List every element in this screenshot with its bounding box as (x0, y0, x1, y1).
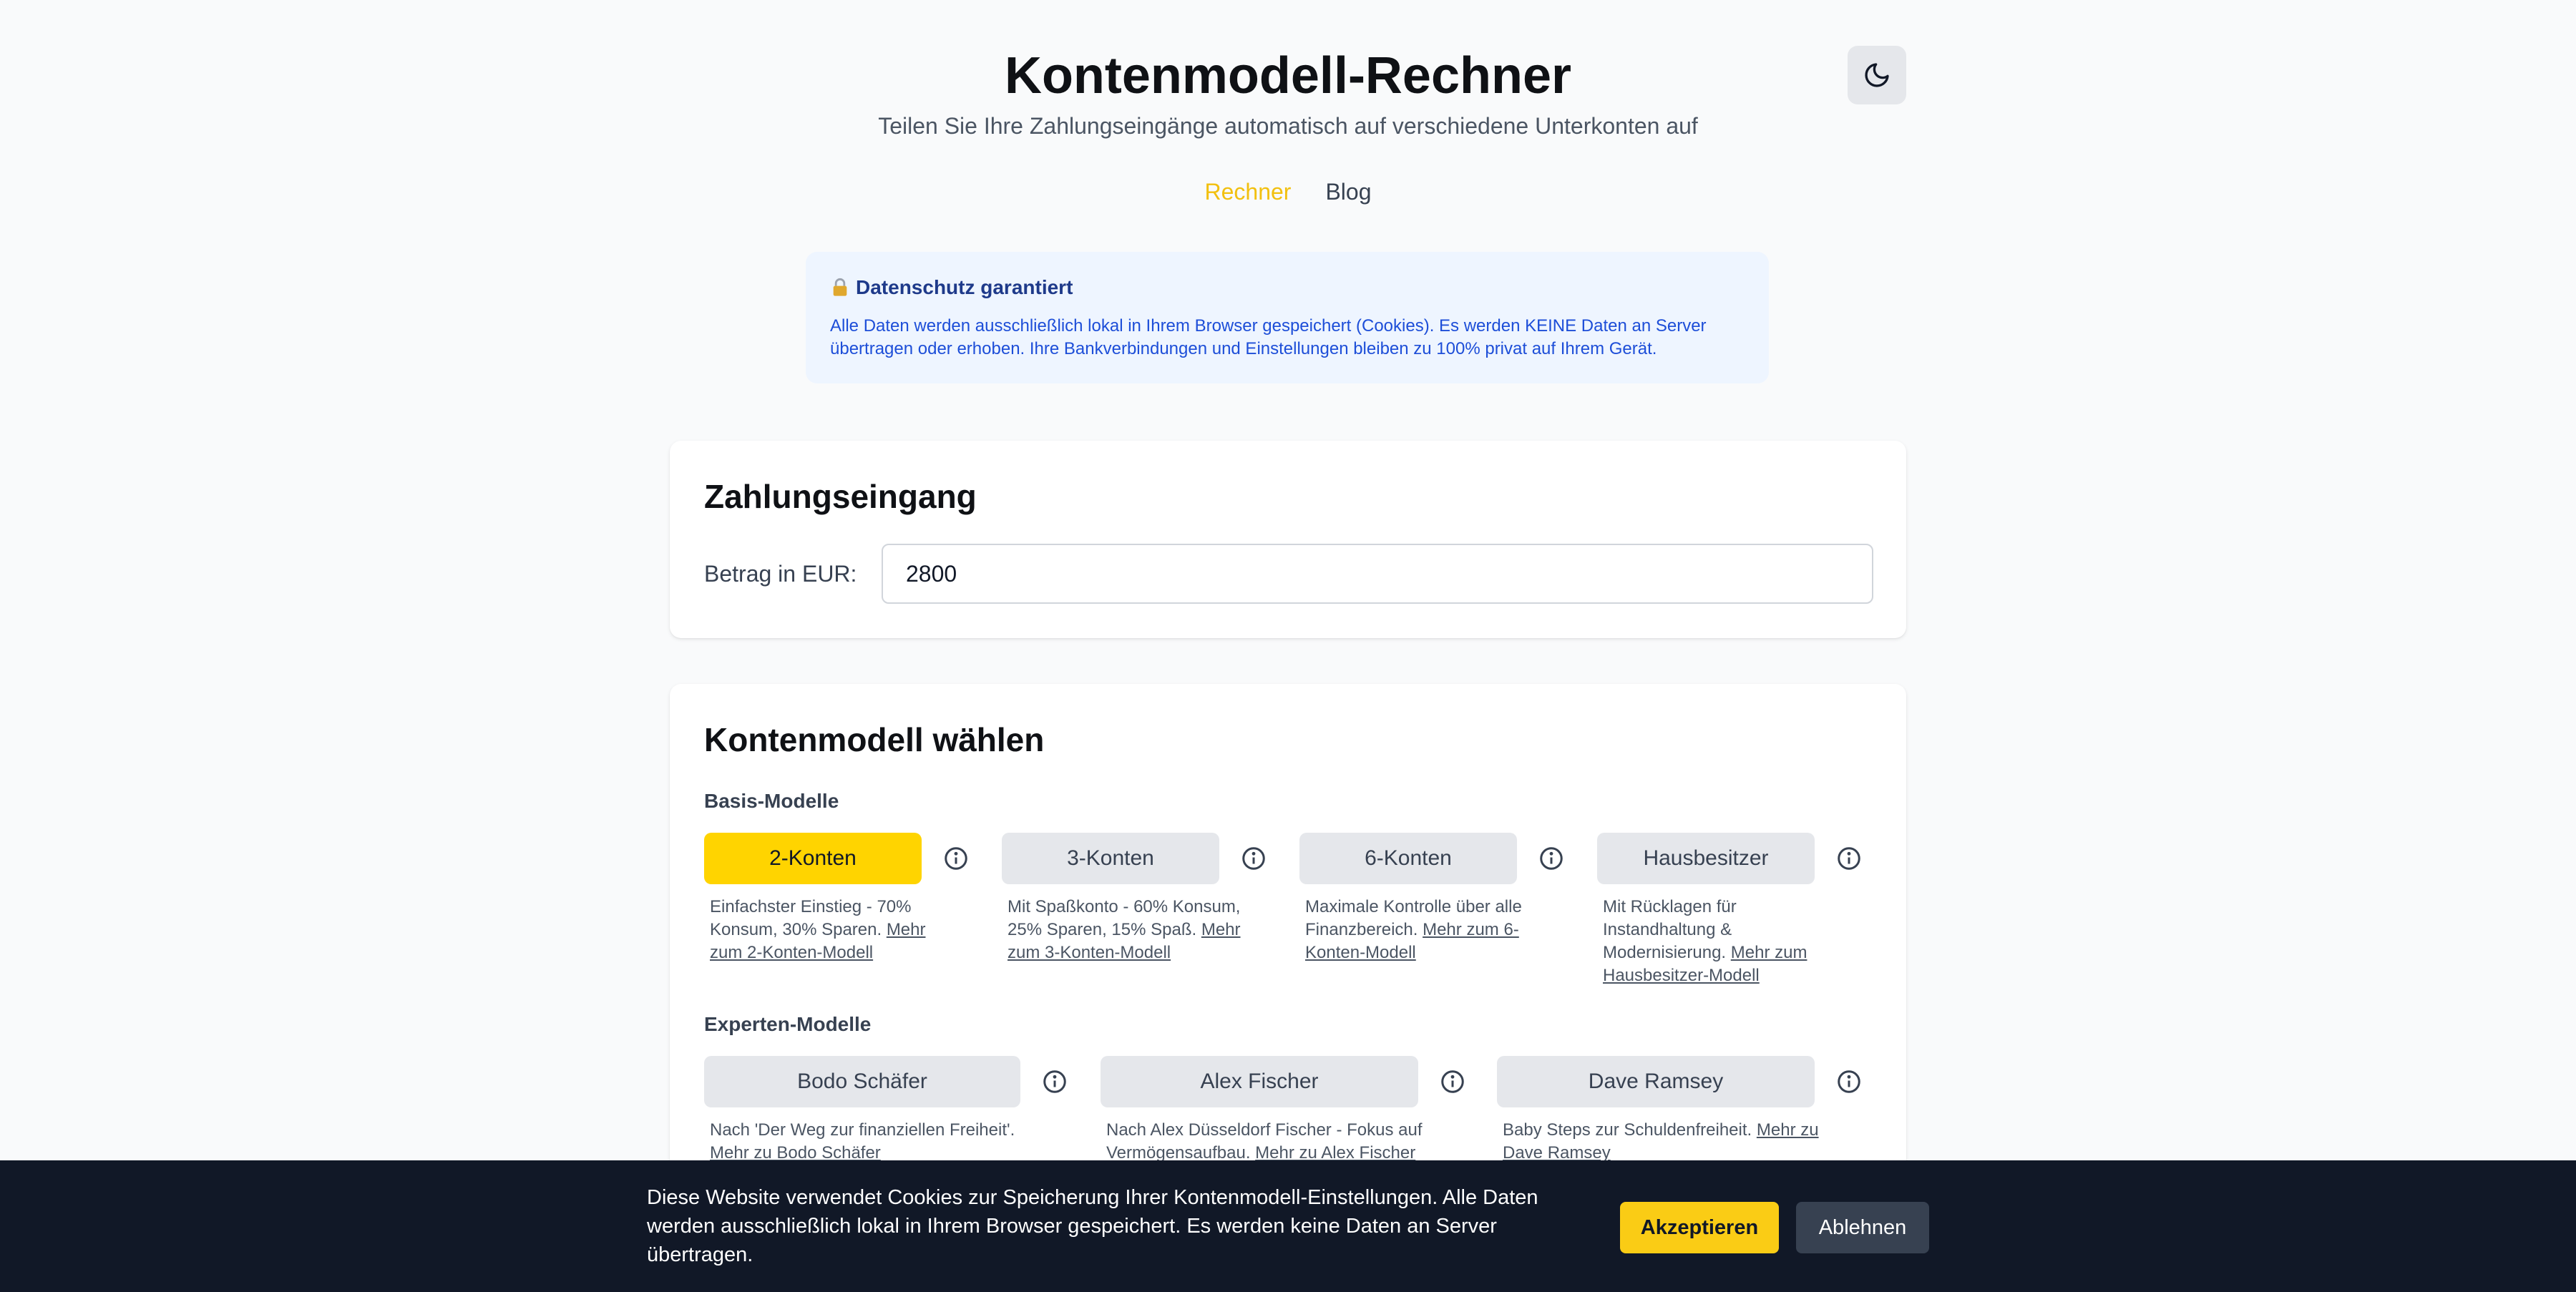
payment-title: Zahlungseingang (704, 478, 977, 515)
privacy-title: Datenschutz garantiert (856, 276, 1073, 298)
cookie-banner: Diese Website verwendet Cookies zur Spei… (0, 1160, 2576, 1292)
model-description-text: Mit Rücklagen für Instandhaltung & Moder… (1603, 897, 1737, 962)
model-description: Einfachster Einstieg - 70% Konsum, 30% S… (710, 896, 953, 964)
info-icon[interactable] (1836, 846, 1862, 871)
info-icon[interactable] (1836, 1069, 1862, 1095)
model-button-hausbesitzer[interactable]: Hausbesitzer (1597, 833, 1815, 884)
privacy-notice: Datenschutz garantiert Alle Daten werden… (806, 252, 1769, 383)
model-button-bodo-schaefer[interactable]: Bodo Schäfer (704, 1056, 1020, 1107)
header: Kontenmodell-Rechner Teilen Sie Ihre Zah… (670, 0, 1906, 140)
model-description: Mit Spaßkonto - 60% Konsum, 25% Sparen, … (1008, 896, 1265, 964)
page-container: Kontenmodell-Rechner Teilen Sie Ihre Zah… (670, 0, 1906, 1292)
main-nav: Rechner Blog (670, 177, 1906, 206)
cookie-text: Diese Website verwendet Cookies zur Spei… (647, 1186, 1538, 1266)
model-description: Baby Steps zur Schuldenfreiheit. Mehr zu… (1503, 1119, 1860, 1165)
privacy-text-line-2: übertragen oder erhoben. Ihre Bankverbin… (830, 339, 1657, 358)
expert-models-label: Experten-Modelle (704, 1013, 872, 1035)
info-icon[interactable] (1042, 1069, 1068, 1095)
privacy-text: Alle Daten werden ausschließlich lokal i… (830, 315, 1745, 361)
info-icon[interactable] (1538, 846, 1564, 871)
model-description-text: Nach 'Der Weg zur finanziellen Freiheit'… (710, 1120, 1015, 1140)
model-link[interactable]: Mehr zu Alex Fischer (1255, 1143, 1415, 1163)
info-icon[interactable] (1241, 846, 1267, 871)
model-description: Mit Rücklagen für Instandhaltung & Moder… (1603, 896, 1846, 987)
model-button-6-konten[interactable]: 6-Konten (1299, 833, 1517, 884)
model-section-title: Kontenmodell wählen (704, 721, 1045, 758)
model-description-text: Baby Steps zur Schuldenfreiheit. (1503, 1120, 1752, 1140)
model-button-2-konten[interactable]: 2-Konten (704, 833, 922, 884)
model-description: Maximale Kontrolle über alle Finanzberei… (1305, 896, 1548, 964)
nav-item-blog[interactable]: Blog (1325, 177, 1371, 206)
privacy-text-line-1: Alle Daten werden ausschließlich lokal i… (830, 316, 1707, 336)
model-button-dave-ramsey[interactable]: Dave Ramsey (1497, 1056, 1815, 1107)
info-icon[interactable] (1440, 1069, 1465, 1095)
privacy-heading: Datenschutz garantiert (830, 275, 1745, 300)
model-description: Nach Alex Düsseldorf Fischer - Fokus auf… (1106, 1119, 1457, 1165)
payment-card: Zahlungseingang Betrag in EUR: (670, 441, 1906, 638)
nav-item-rechner[interactable]: Rechner (1205, 177, 1292, 206)
accept-cookies-button[interactable]: Akzeptieren (1620, 1202, 1779, 1253)
model-button-3-konten[interactable]: 3-Konten (1002, 833, 1219, 884)
amount-label: Betrag in EUR: (704, 561, 857, 587)
model-button-alex-fischer[interactable]: Alex Fischer (1101, 1056, 1418, 1107)
amount-input[interactable] (882, 544, 1873, 604)
dark-mode-toggle[interactable] (1848, 46, 1906, 104)
page-subtitle: Teilen Sie Ihre Zahlungseingänge automat… (878, 113, 1698, 139)
page-title: Kontenmodell-Rechner (1004, 47, 1572, 104)
basic-models-label: Basis-Modelle (704, 790, 839, 812)
moon-icon (1865, 63, 1889, 87)
decline-cookies-button[interactable]: Ablehnen (1796, 1202, 1929, 1253)
model-description-text: Einfachster Einstieg - 70% Konsum, 30% S… (710, 897, 912, 939)
model-link[interactable]: Mehr zu Bodo Schäfer (710, 1143, 881, 1163)
model-description: Nach 'Der Weg zur finanziellen Freiheit'… (710, 1119, 1046, 1165)
info-icon[interactable] (943, 846, 969, 871)
lock-icon (833, 278, 847, 296)
